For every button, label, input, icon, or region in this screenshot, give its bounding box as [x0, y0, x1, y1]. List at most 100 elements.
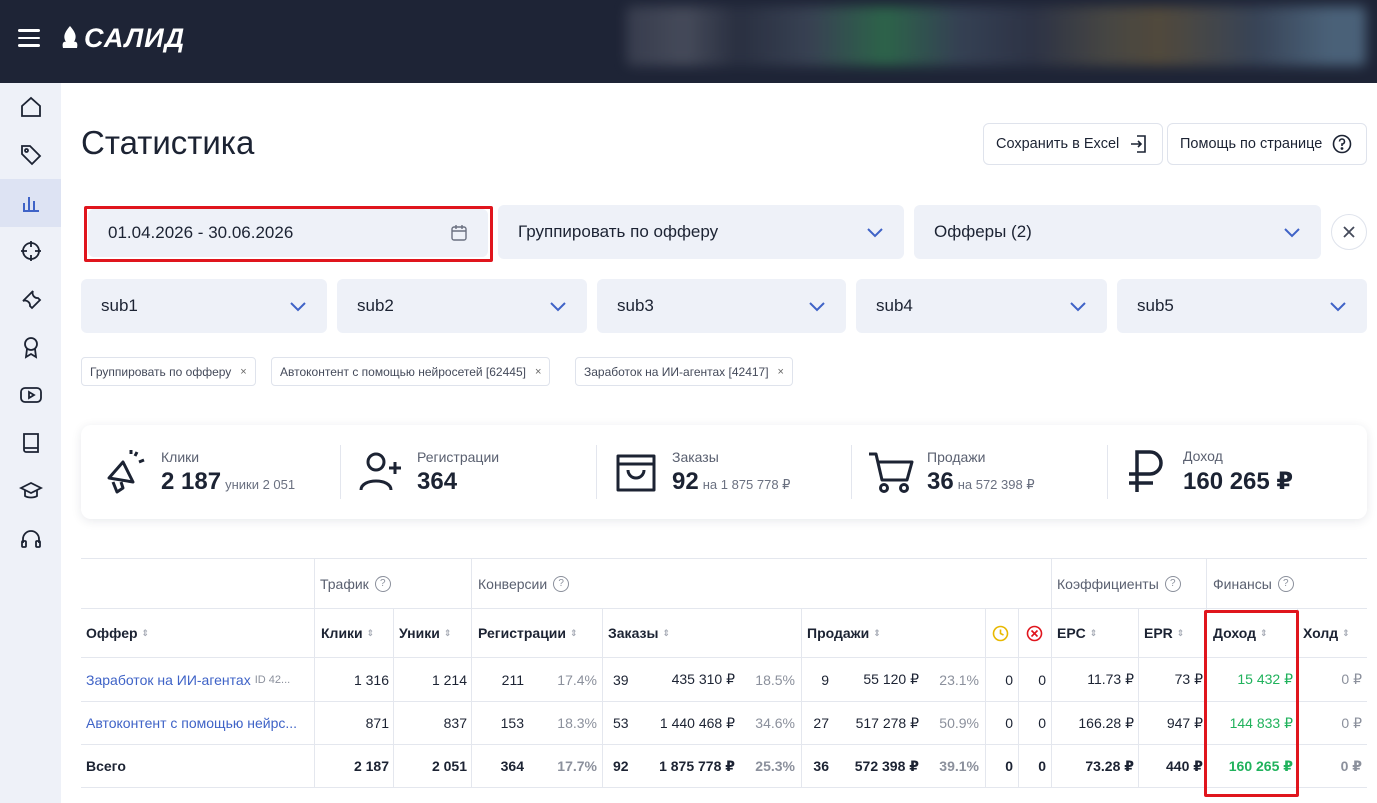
col-registrations[interactable]: Регистрации ⇕ — [478, 609, 578, 657]
orders-sum-cell: 1 875 778 ₽ — [659, 757, 735, 774]
save-excel-button[interactable]: Сохранить в Excel — [983, 123, 1163, 165]
sidebar-item-support[interactable] — [0, 515, 61, 563]
col-uniques-label: Уники — [399, 625, 440, 641]
book-icon — [22, 433, 39, 453]
divider — [1107, 445, 1108, 499]
chevron-down-icon — [290, 302, 306, 312]
col-hold[interactable]: Холд ⇕ — [1303, 609, 1350, 657]
col-offer[interactable]: Оффер ⇕ — [86, 609, 149, 657]
page-title: Статистика — [81, 124, 255, 161]
help-icon[interactable]: ? — [374, 575, 391, 592]
date-range-value: 01.04.2026 - 30.06.2026 — [108, 223, 294, 242]
sidebar-item-statistics[interactable] — [0, 179, 61, 227]
menu-icon[interactable] — [18, 29, 40, 47]
epr-cell: 73 ₽ — [1174, 671, 1203, 687]
date-range-field[interactable]: 01.04.2026 - 30.06.2026 — [88, 209, 488, 257]
chevron-down-icon — [867, 228, 883, 238]
summary-card: Клики 2 187 уники 2 051 Регистрации 364 З… — [81, 425, 1367, 519]
sidebar-item-video[interactable] — [0, 371, 61, 419]
sub3-select[interactable]: sub3 — [597, 279, 846, 333]
calendar-icon — [451, 225, 467, 241]
sort-icon: ⇕ — [1176, 627, 1185, 638]
sort-icon: ⇕ — [1342, 627, 1350, 638]
reg-pct-cell: 17.4% — [557, 671, 597, 688]
help-icon[interactable]: ? — [553, 575, 570, 592]
rejected-cell: 0 — [1038, 671, 1046, 688]
sidebar-item-target[interactable] — [0, 227, 61, 275]
col-income[interactable]: Доход ⇕ — [1213, 609, 1268, 657]
col-clicks[interactable]: Клики ⇕ — [321, 609, 374, 657]
sidebar-item-offers[interactable] — [0, 131, 61, 179]
stat-income: Доход 160 265 ₽ — [1123, 425, 1293, 519]
col-uniques[interactable]: Уники ⇕ — [399, 609, 451, 657]
reg-pct-cell: 18.3% — [557, 715, 597, 731]
chip-remove-icon[interactable]: × — [240, 366, 246, 378]
logo[interactable]: САЛИД — [60, 22, 185, 54]
col-clicks-label: Клики — [321, 625, 363, 641]
hold-cell: 0 ₽ — [1341, 714, 1362, 731]
offer-link[interactable]: Автоконтент с помощью нейрс... — [86, 702, 308, 744]
filter-chip[interactable]: Заработок на ИИ-агентах [42417] × — [575, 357, 793, 386]
orders-cell: 53 — [613, 715, 629, 731]
group-traffic: Трафик? — [320, 559, 391, 608]
rejected-cell: 0 — [1038, 715, 1046, 731]
sales-pct-cell: 23.1% — [939, 671, 979, 688]
sidebar-item-docs[interactable] — [0, 419, 61, 467]
sub5-select[interactable]: sub5 — [1117, 279, 1367, 333]
sales-sum-cell: 517 278 ₽ — [855, 714, 919, 731]
col-orders[interactable]: Заказы ⇕ — [608, 609, 670, 657]
sort-icon: ⇕ — [1260, 627, 1268, 638]
sidebar-item-home[interactable] — [0, 83, 61, 131]
sidebar-item-tools[interactable] — [0, 275, 61, 323]
filter-chip[interactable]: Автоконтент с помощью нейросетей [62445]… — [271, 357, 551, 386]
stat-clicks-sub: уники 2 051 — [225, 476, 296, 492]
column-divider — [1206, 558, 1207, 788]
stat-orders-sub: на 1 875 778 ₽ — [702, 476, 791, 492]
chip-remove-icon[interactable]: × — [778, 366, 784, 378]
uniques-cell: 2 051 — [431, 758, 467, 774]
col-epr[interactable]: EPR ⇕ — [1144, 609, 1184, 657]
home-icon — [20, 96, 41, 117]
stat-sales: Продажи 36 на 572 398 ₽ — [867, 425, 1035, 519]
clear-filters-button[interactable] — [1331, 214, 1367, 250]
help-icon[interactable]: ? — [1277, 575, 1294, 592]
table-row[interactable]: Автоконтент с помощью нейрс... 871 837 1… — [81, 702, 1367, 745]
divider — [340, 445, 341, 499]
col-epc[interactable]: EPC ⇕ — [1057, 609, 1097, 657]
col-rejected[interactable] — [1026, 609, 1043, 657]
cancel-circle-icon — [1026, 625, 1043, 641]
headphones-icon — [20, 530, 41, 548]
group-finance-label: Финансы — [1213, 575, 1272, 592]
stat-income-value: 160 265 ₽ — [1183, 468, 1294, 495]
help-icon[interactable]: ? — [1164, 575, 1181, 592]
offer-link[interactable]: Заработок на ИИ-агентах ID 42... — [86, 658, 308, 701]
stat-sales-value: 36 — [927, 467, 954, 495]
column-divider — [602, 609, 603, 788]
sub2-select[interactable]: sub2 — [337, 279, 587, 333]
sort-icon: ⇕ — [662, 627, 670, 638]
sub4-select[interactable]: sub4 — [856, 279, 1107, 333]
offer-name: Автоконтент с помощью нейрс... — [86, 715, 298, 731]
group-conversions: Конверсии? — [478, 559, 570, 608]
bar-chart-icon — [22, 197, 39, 212]
table-row[interactable]: Заработок на ИИ-агентах ID 42... 1 316 1 … — [81, 658, 1367, 702]
sales-pct-cell: 39.1% — [939, 758, 979, 774]
stat-registrations-value: 364 — [417, 467, 458, 495]
sales-sum-cell: 572 398 ₽ — [854, 757, 919, 774]
chip-remove-icon[interactable]: × — [535, 366, 541, 378]
column-divider — [1051, 558, 1052, 788]
offers-select[interactable]: Офферы (2) — [914, 205, 1321, 259]
sidebar-item-education[interactable] — [0, 467, 61, 515]
col-pending[interactable] — [992, 609, 1009, 657]
filter-chip[interactable]: Группировать по офферу × — [81, 357, 256, 386]
chevron-down-icon — [550, 302, 566, 312]
sub1-select[interactable]: sub1 — [81, 279, 327, 333]
divider — [596, 445, 597, 499]
save-excel-label: Сохранить в Excel — [996, 136, 1120, 152]
stat-registrations-label: Регистрации — [417, 448, 500, 465]
sidebar-item-awards[interactable] — [0, 323, 61, 371]
col-sales[interactable]: Продажи ⇕ — [807, 609, 881, 657]
top-bar: САЛИД — [0, 0, 1377, 83]
group-by-select[interactable]: Группировать по офферу — [498, 205, 904, 259]
page-help-button[interactable]: Помощь по странице — [1167, 123, 1367, 165]
